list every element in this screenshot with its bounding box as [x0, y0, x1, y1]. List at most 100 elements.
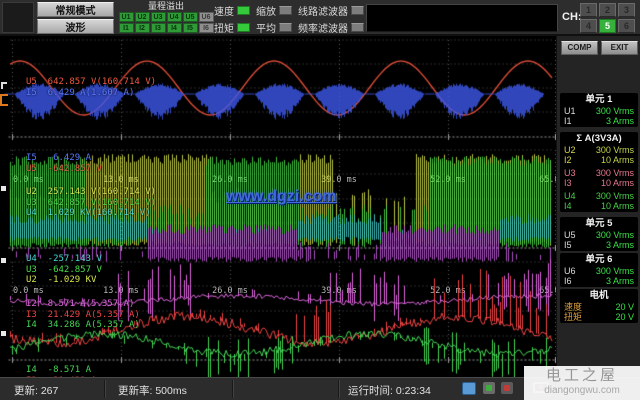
comp-button[interactable]: COMP: [561, 41, 598, 55]
overflow-cell-i5: I5: [183, 23, 198, 33]
corner-watermark: 电工之屋 diangongwu.com: [524, 366, 640, 400]
zone3-bottom-labels: I4 -8.571 AI3 -21.429 AI2 -34.286 A: [26, 365, 96, 377]
center-watermark: www.dgzi.com: [226, 188, 337, 206]
channel-name: I5: [564, 240, 572, 250]
channel-buttons: 123 456: [580, 3, 635, 33]
corner-watermark-url: diangongwu.com: [524, 385, 640, 397]
zone1-bottom-labels: I5 -6.429 AU5 -642.857 V: [26, 153, 102, 174]
zone1-top-labels: U5 642.857 V(160.714 V)I5 6.429 A(1.607 …: [26, 77, 156, 98]
indicator-3[interactable]: 缩放: [256, 3, 292, 18]
panel-title: 单元 6: [564, 254, 634, 266]
red-status-icon[interactable]: [501, 382, 513, 394]
channel-name: I6: [564, 276, 572, 286]
toolbar-readout-display: [366, 4, 558, 32]
trace-label: U2 257.143 V(160.714 V): [26, 187, 156, 198]
panel-row: I53 Arms: [564, 240, 634, 250]
indicator-led: [351, 23, 364, 32]
panel-row: U1300 Vrms: [564, 106, 634, 116]
channel-name: U2: [564, 145, 576, 155]
trigger-marker-icon[interactable]: [1, 82, 7, 89]
indicator-5[interactable]: 线路滤波器: [298, 3, 364, 18]
indicator-led: [237, 6, 250, 15]
indicator-1[interactable]: 速度: [214, 3, 250, 18]
menu-box[interactable]: [2, 2, 34, 33]
trace-position-marker-icon[interactable]: [0, 94, 8, 106]
panel-row: I310 Arms: [564, 178, 634, 188]
indicator-label: 频率滤波器: [298, 20, 348, 35]
panel-row: 速度20 V: [564, 302, 634, 312]
mode-button[interactable]: 常规模式: [37, 2, 114, 17]
separator: [104, 380, 106, 398]
channel-button-1[interactable]: 1: [580, 3, 597, 17]
overflow-cell-i6: I6: [199, 23, 214, 33]
channel-value: 300 Vrms: [596, 266, 634, 276]
separator: [338, 380, 340, 398]
trace-label: U5 642.857 V(160.714 V): [26, 77, 156, 88]
corner-watermark-title: 电工之屋: [524, 366, 640, 385]
channel-value: 20 V: [615, 312, 634, 322]
channel-value: 10 Arms: [601, 155, 634, 165]
indicator-label: 平均: [256, 20, 276, 35]
indicator-label: 扭矩: [214, 20, 234, 35]
panel-row: U6300 Vrms: [564, 266, 634, 276]
channel-name: U5: [564, 230, 576, 240]
overflow-cell-u5: U5: [183, 12, 198, 22]
channel-button-4[interactable]: 4: [580, 19, 597, 33]
range-overflow-cells: U1U2U3U4U5U6I1I2I3I4I5I6: [117, 12, 215, 33]
trace-label: I5 -6.429 A: [26, 153, 102, 164]
panel-3: 单元 5U5300 VrmsI53 Arms: [560, 217, 638, 251]
indicator-4[interactable]: 平均: [256, 20, 292, 35]
trace-label: I2 8.571 A(5.357 A): [26, 299, 140, 310]
zone4-marker-icon[interactable]: [1, 331, 6, 336]
range-overflow-group: 量程溢出 U1U2U3U4U5U6I1I2I3I4I5I6: [117, 1, 215, 35]
trace-label: U2 -1.029 KV: [26, 275, 102, 286]
indicator-2[interactable]: 扭矩: [214, 20, 250, 35]
zone2-marker-icon[interactable]: [1, 186, 6, 191]
sidebar: COMP EXIT 单元 1U1300 VrmsI13 ArmsΣ A(3V3A…: [556, 36, 640, 377]
channel-name: I4: [564, 201, 572, 211]
overflow-cell-u4: U4: [167, 12, 182, 22]
indicator-6[interactable]: 频率滤波器: [298, 20, 364, 35]
panel-row: U5 300 Vrms: [564, 230, 634, 240]
trace-label: I4 -8.571 A: [26, 365, 96, 376]
panel-title: 电机: [564, 290, 634, 302]
top-toolbar: 常规模式 波形 量程溢出 U1U2U3U4U5U6I1I2I3I4I5I6 速度…: [0, 0, 640, 36]
exit-button[interactable]: EXIT: [601, 41, 638, 55]
panel-row: U2300 Vrms: [564, 145, 634, 155]
waveform-view-button[interactable]: 波形: [37, 19, 114, 34]
run-time: 运行时间: 0:23:34: [348, 383, 431, 398]
panel-2: Σ A(3V3A)U2300 VrmsI210 ArmsU3300 VrmsI3…: [560, 132, 638, 212]
channel-name: U4: [564, 191, 576, 201]
trace-label: I5 6.429 A(1.607 A): [26, 88, 156, 99]
channel-button-5[interactable]: 5: [599, 19, 616, 33]
channel-button-2[interactable]: 2: [599, 3, 616, 17]
overflow-cell-u2: U2: [135, 12, 150, 22]
panel-row: U3300 Vrms: [564, 168, 634, 178]
display-capture-icon[interactable]: [462, 382, 476, 395]
update-count: 更新: 267: [14, 383, 58, 398]
trace-label: U4 1.029 KV(160.714 V): [26, 208, 156, 219]
ch-label: CH:: [562, 11, 582, 23]
zone3-marker-icon[interactable]: [1, 258, 6, 263]
zone2-bottom-labels: U4 -257.143 VU3 -642.857 VU2 -1.029 KV: [26, 254, 102, 286]
green-status-icon[interactable]: [483, 382, 495, 394]
channel-button-3[interactable]: 3: [618, 3, 635, 17]
panel-row: I410 Arms: [564, 201, 634, 211]
channel-value: 300 Vrms: [596, 230, 634, 240]
panel-title: 单元 1: [564, 94, 634, 106]
channel-name: I2: [564, 155, 572, 165]
range-overflow-title: 量程溢出: [117, 1, 215, 12]
channel-value: 300 Vrms: [596, 191, 634, 201]
channel-value: 300 Vrms: [596, 168, 634, 178]
channel-button-6[interactable]: 6: [618, 19, 635, 33]
panel-row: U4 300 Vrms: [564, 191, 634, 201]
indicator-led: [279, 23, 292, 32]
overflow-cell-i3: I3: [151, 23, 166, 33]
panel-1: 单元 1U1300 VrmsI13 Arms: [560, 93, 638, 127]
update-rate: 更新率: 500ms: [118, 383, 187, 398]
panel-row: 扭矩20 V: [564, 312, 634, 322]
trace-label: U4 -257.143 V: [26, 254, 102, 265]
analyzer-screen: 常规模式 波形 量程溢出 U1U2U3U4U5U6I1I2I3I4I5I6 速度…: [0, 0, 640, 400]
overflow-cell-u3: U3: [151, 12, 166, 22]
panel-row: I2 10 Arms: [564, 155, 634, 165]
